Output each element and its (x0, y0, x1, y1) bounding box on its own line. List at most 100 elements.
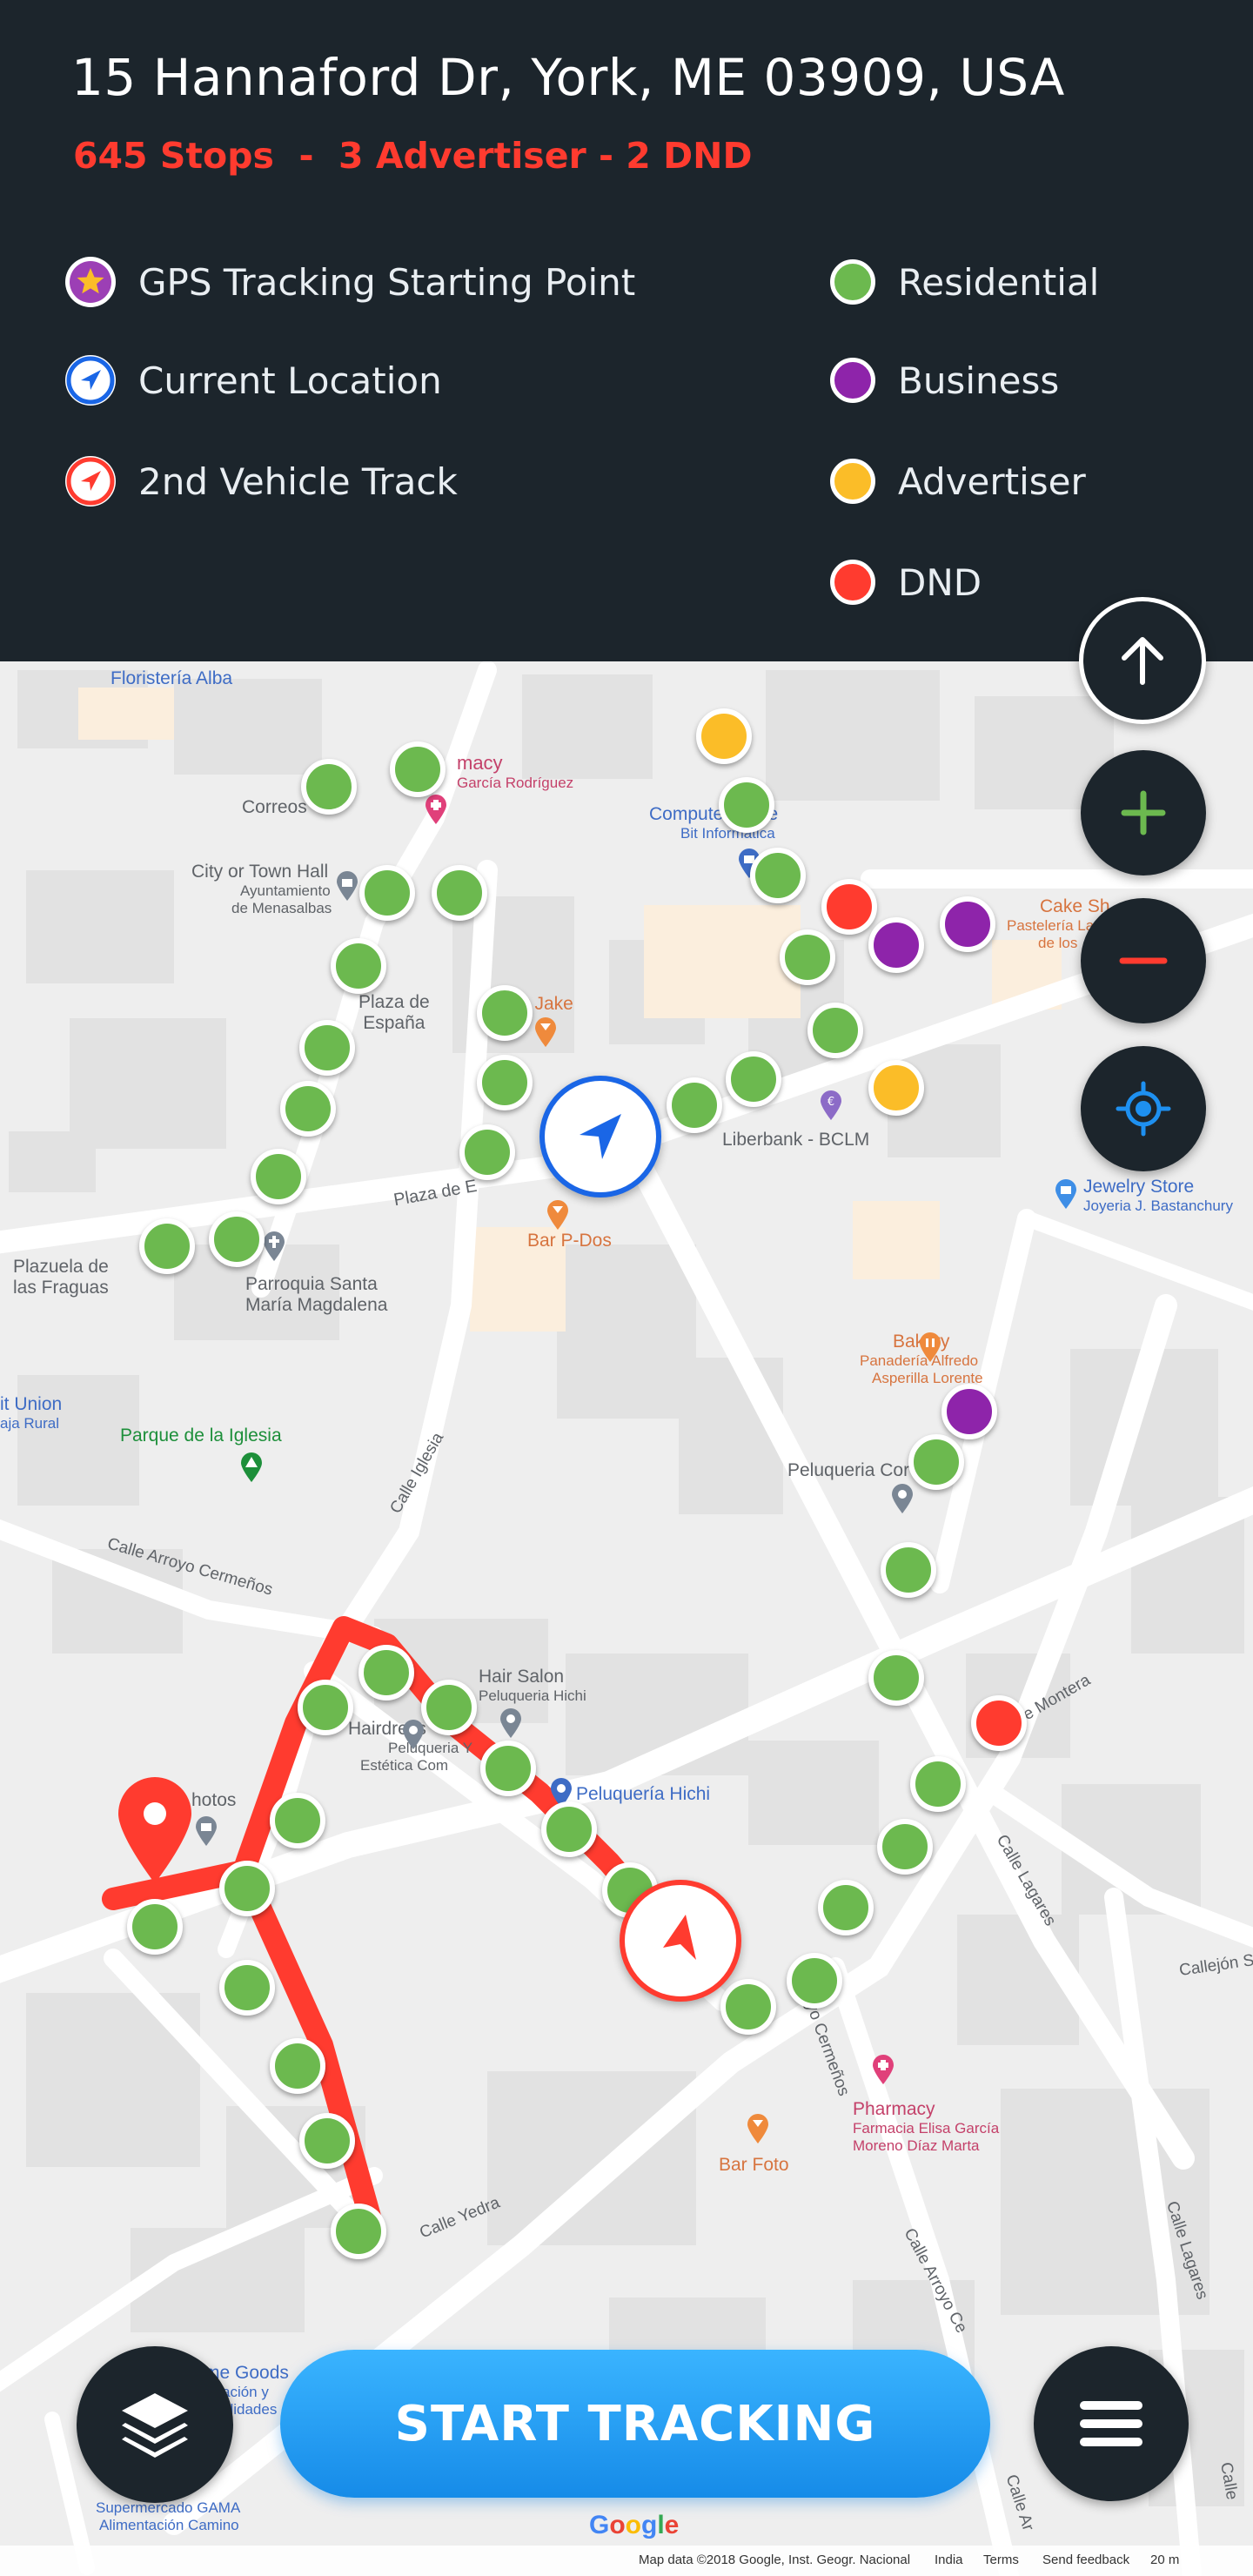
svg-text:€: € (828, 1096, 834, 1109)
legend-label: Current Location (138, 359, 442, 402)
bakery-pin-icon (920, 1332, 941, 1362)
zoom-out-button[interactable] (1081, 898, 1206, 1023)
map-view[interactable]: Floristería Alba macy García Rodríguez Co… (0, 661, 1253, 2576)
send-feedback-link[interactable]: Send feedback (1042, 2553, 1129, 2567)
residential-stop[interactable] (270, 1793, 325, 1848)
current-location-marker[interactable] (539, 1076, 661, 1197)
stops-summary: 645 Stops - 3 Advertiser - 2 DND (73, 135, 753, 177)
dnd-stop[interactable] (821, 879, 877, 935)
business-stop[interactable] (940, 896, 995, 952)
residential-stop[interactable] (280, 1081, 336, 1137)
residential-stop[interactable] (298, 1680, 353, 1735)
residential-stop[interactable] (480, 1741, 536, 1796)
residential-stop[interactable] (477, 985, 533, 1041)
residential-stop[interactable] (270, 2038, 325, 2094)
bank-pin-icon: € (821, 1090, 841, 1120)
residential-stop[interactable] (219, 1861, 275, 1916)
residential-stop[interactable] (868, 1650, 924, 1706)
residential-stop[interactable] (541, 1801, 597, 1857)
map-label: Peluquería Hichi (576, 1784, 711, 1804)
map-attribution-bar: Map data ©2018 Google, Inst. Geogr. Naci… (0, 2546, 1253, 2576)
address-title: 15 Hannaford Dr, York, ME 03909, USA (71, 48, 1065, 107)
residential-stop[interactable] (726, 1051, 781, 1107)
residential-stop[interactable] (787, 1953, 842, 2009)
map-label: Floristería Alba (111, 668, 233, 688)
map-label-sub: Farmacia Elisa García (853, 2120, 1000, 2137)
residential-stop[interactable] (251, 1149, 306, 1204)
residential-stop[interactable] (908, 1434, 964, 1490)
hamburger-menu-icon (1080, 2401, 1142, 2446)
map-label-sub: Bit Informatica (680, 825, 775, 842)
residential-stop[interactable] (127, 1899, 183, 1955)
layers-button[interactable] (77, 2346, 233, 2503)
dnd-stop[interactable] (971, 1695, 1027, 1751)
business-stop[interactable] (941, 1384, 997, 1439)
legend-residential: Residential (830, 254, 1099, 310)
residential-stop[interactable] (139, 1218, 195, 1274)
map-label-name: Hair Salon (479, 1667, 565, 1687)
residential-stop[interactable] (421, 1680, 477, 1735)
residential-stop[interactable] (331, 938, 386, 994)
map-label: Plazuela de las Fraguas (13, 1257, 109, 1298)
residential-stop[interactable] (750, 848, 806, 903)
advertiser-stop[interactable] (868, 1060, 924, 1116)
map-label-name: Parroquia Santa (245, 1274, 378, 1294)
residential-stop[interactable] (301, 759, 357, 815)
map-label-sub: Estética Com (360, 1757, 449, 1774)
residential-stop[interactable] (719, 777, 774, 833)
residential-stop[interactable] (720, 1979, 776, 2035)
destination-pin-icon[interactable] (113, 1775, 197, 1885)
legend-label: GPS Tracking Starting Point (138, 260, 636, 304)
map-label-sub: Alimentación Camino (99, 2517, 239, 2533)
legend-second-vehicle: 2nd Vehicle Track (65, 453, 458, 509)
residential-stop[interactable] (209, 1211, 265, 1267)
advertiser-stop[interactable] (696, 708, 752, 764)
map-label-name: Jewelry Store (1083, 1177, 1195, 1197)
residential-stop[interactable] (477, 1055, 533, 1110)
residential-stop[interactable] (390, 741, 446, 797)
map-label: Bar P-Dos (527, 1231, 612, 1251)
map-label: Pharmacy Farmacia Elisa García Moreno Díaz… (853, 2099, 999, 2155)
residential-stop[interactable] (877, 1819, 933, 1875)
residential-stop[interactable] (881, 1542, 936, 1598)
residential-stop[interactable] (359, 865, 415, 921)
park-pin-icon (241, 1452, 262, 1482)
residential-stop[interactable] (299, 2113, 355, 2169)
legend-label: 2nd Vehicle Track (138, 460, 458, 503)
residential-stop[interactable] (910, 1756, 966, 1812)
crosshair-locate-icon (1116, 1081, 1171, 1137)
map-label-name: las Fraguas (13, 1278, 109, 1298)
residential-stop[interactable] (358, 1645, 414, 1701)
purple-dot-icon (830, 358, 875, 403)
map-label: Hair Salon Peluqueria Hichi (479, 1667, 586, 1705)
residential-stop[interactable] (219, 1960, 275, 2016)
red-navigation-arrow-icon (65, 456, 116, 506)
residential-stop[interactable] (299, 1020, 355, 1076)
salon-pin-icon (500, 1708, 521, 1738)
residential-stop[interactable] (331, 2204, 386, 2259)
zoom-in-button[interactable] (1081, 750, 1206, 875)
minus-icon (1119, 957, 1168, 964)
region-link[interactable]: India (935, 2553, 963, 2567)
red-navigation-arrow-icon (663, 1915, 696, 1960)
second-vehicle-marker[interactable] (620, 1880, 741, 2002)
map-label-sub: Peluqueria Hichi (479, 1687, 586, 1704)
start-tracking-button[interactable]: START TRACKING (280, 2350, 990, 2498)
map-label-name: City or Town Hall (191, 862, 329, 882)
legend-label: Advertiser (898, 460, 1086, 503)
locate-me-button[interactable] (1081, 1046, 1206, 1171)
header-panel: 15 Hannaford Dr, York, ME 03909, USA 645… (0, 0, 1253, 661)
residential-stop[interactable] (432, 865, 487, 921)
residential-stop[interactable] (459, 1124, 515, 1180)
map-label: Supermercado GAMA Alimentación Camino (96, 2499, 240, 2534)
compass-north-button[interactable] (1079, 597, 1206, 724)
residential-stop[interactable] (818, 1880, 874, 1935)
business-stop[interactable] (868, 917, 924, 973)
residential-stop[interactable] (780, 929, 835, 985)
legend-label: DND (898, 560, 982, 604)
yellow-dot-icon (830, 459, 875, 504)
residential-stop[interactable] (807, 1003, 863, 1058)
terms-link[interactable]: Terms (983, 2553, 1019, 2567)
menu-button[interactable] (1034, 2346, 1189, 2501)
residential-stop[interactable] (667, 1077, 722, 1133)
